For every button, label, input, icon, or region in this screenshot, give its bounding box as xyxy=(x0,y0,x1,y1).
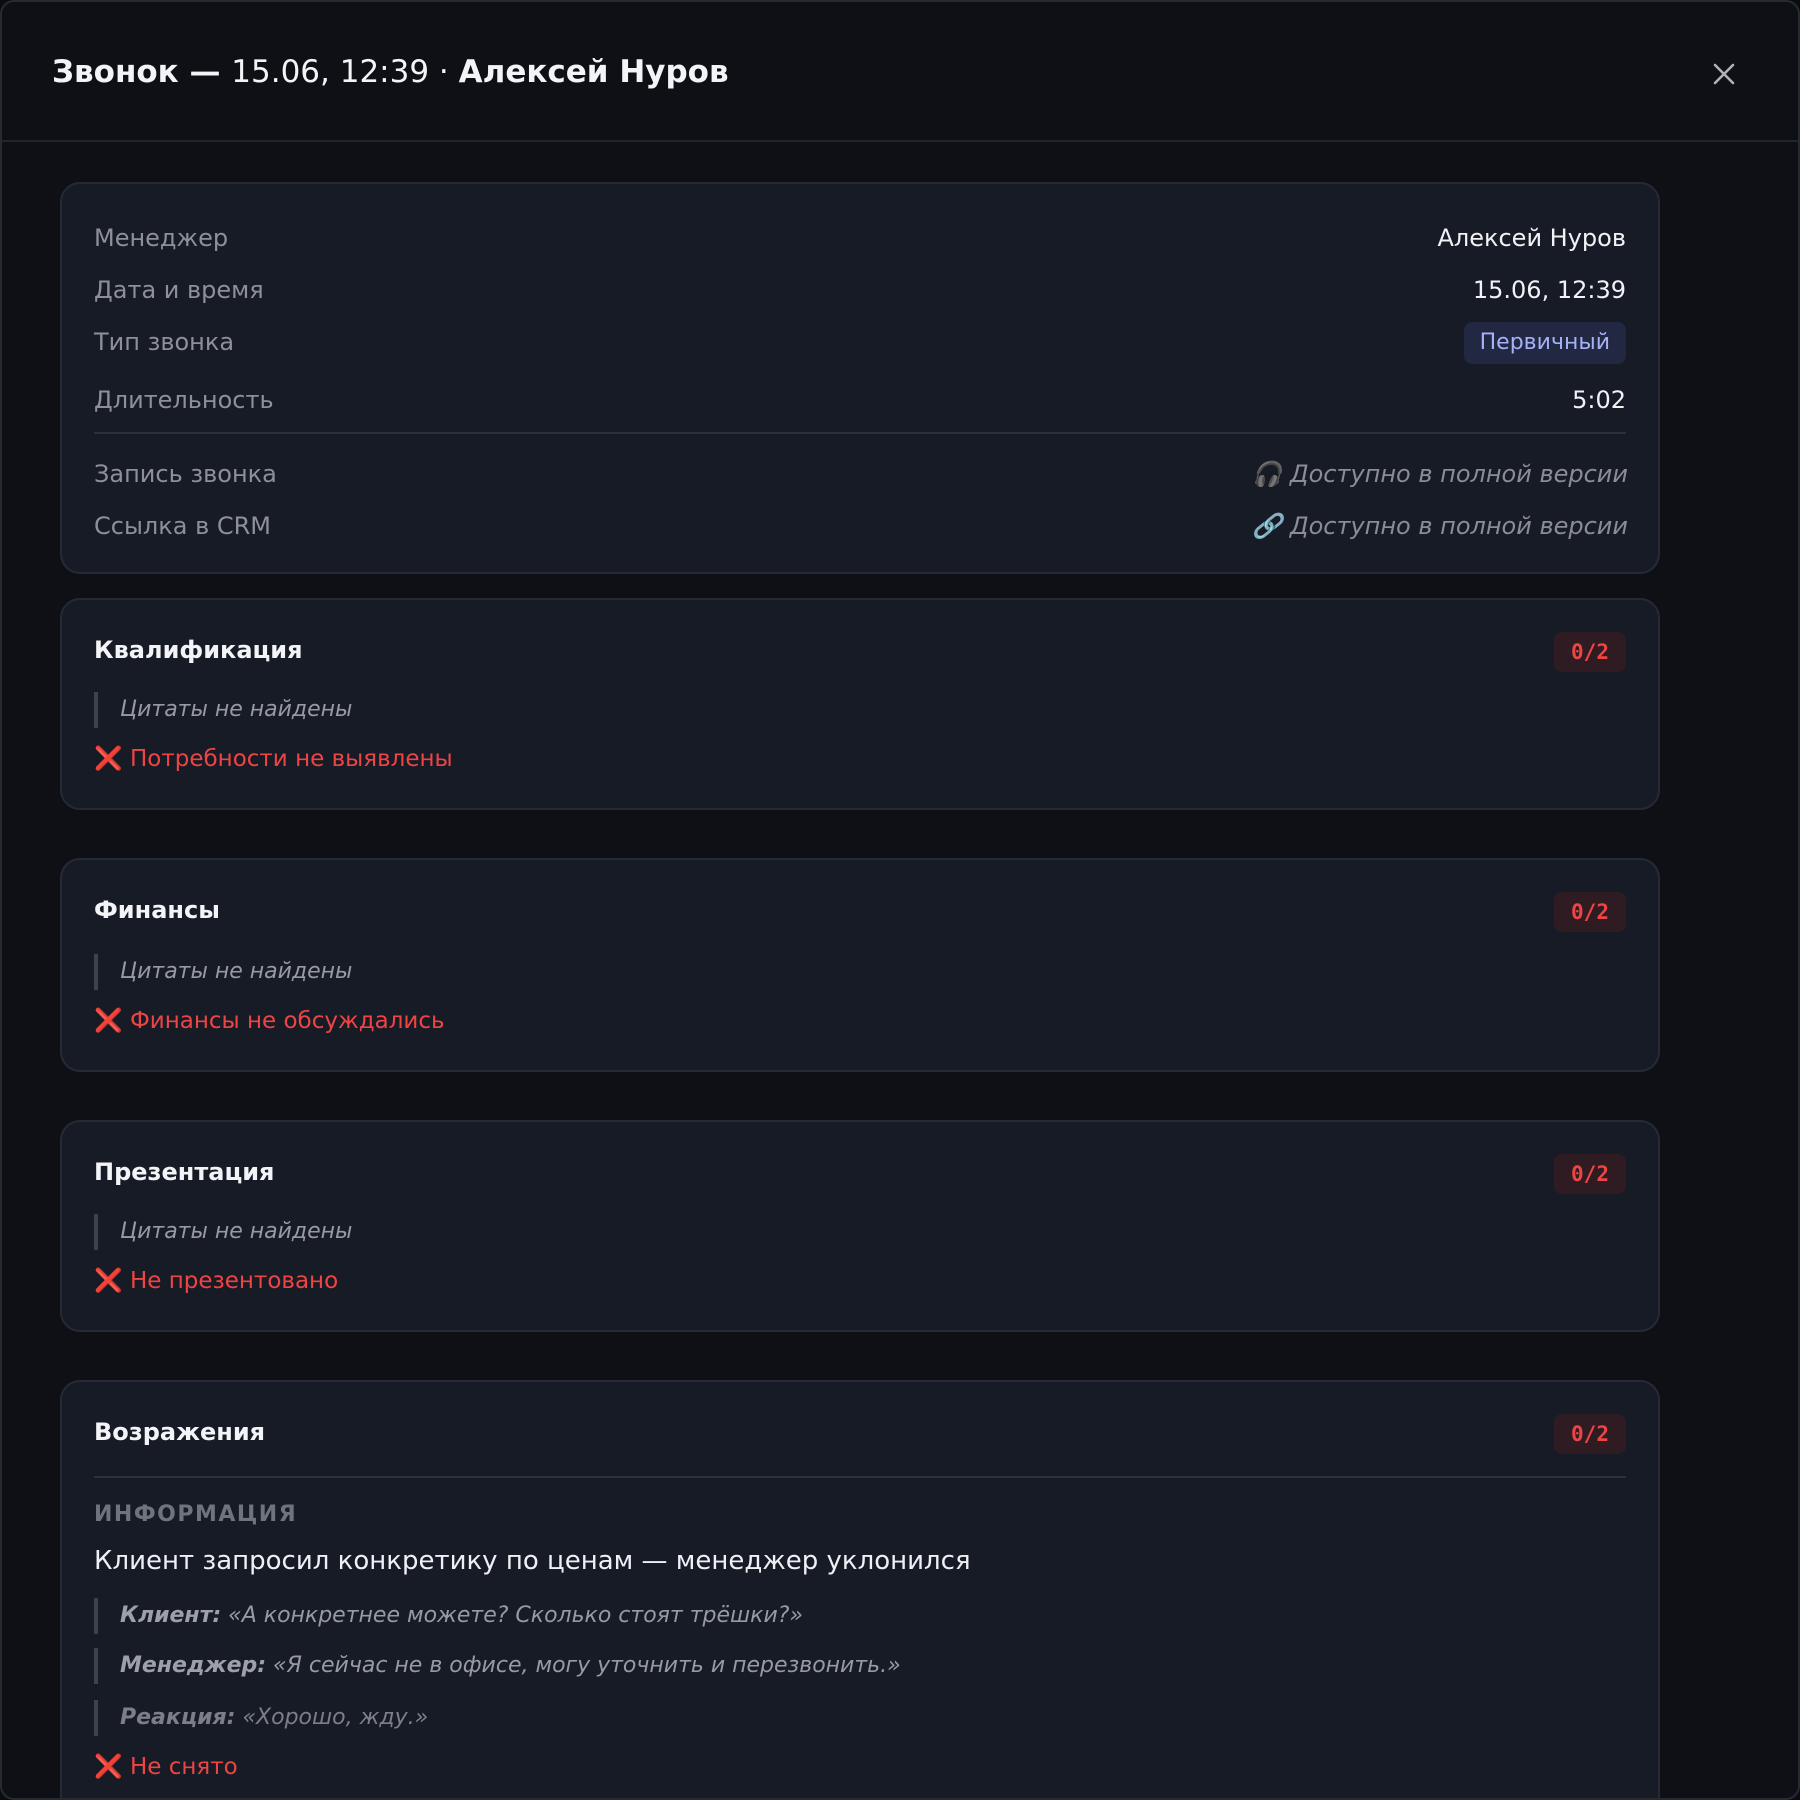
call-type-row: Тип звонка Первичный xyxy=(94,322,1626,368)
criterion-card-objections: Возражения 0/2 ИНФОРМАЦИЯ Клиент запроси… xyxy=(60,1380,1660,1798)
quote-text: «А конкретнее можете? Сколько стоят трёш… xyxy=(221,1603,803,1628)
call-type-badge: Первичный xyxy=(1463,322,1626,364)
cross-icon: ❌ xyxy=(94,1008,123,1034)
section-title: Квалификация xyxy=(94,636,303,664)
details-divider xyxy=(94,432,1626,434)
crm-locked-value: 🔗 Доступно в полной версии xyxy=(1252,512,1628,540)
title-prefix: Звонок — xyxy=(52,54,232,90)
quote-speaker: Реакция: xyxy=(120,1705,236,1730)
duration-row: Длительность 5:02 xyxy=(94,380,1626,420)
criterion-card-presentation: Презентация 0/2 Цитаты не найдены ❌ Не п… xyxy=(60,1120,1660,1332)
verdict: ❌ Не снято xyxy=(94,1750,238,1784)
close-icon xyxy=(1713,63,1735,85)
datetime-label: Дата и время xyxy=(94,276,264,304)
duration-value: 5:02 xyxy=(1572,386,1626,414)
criterion-card-finance: Финансы 0/2 Цитаты не найдены ❌ Финансы … xyxy=(60,858,1660,1072)
verdict: ❌ Потребности не выявлены xyxy=(94,742,453,776)
datetime-row: Дата и время 15.06, 12:39 xyxy=(94,270,1626,310)
recording-row: Запись звонка 🎧 Доступно в полной версии xyxy=(94,454,1628,494)
quote-reaction: Реакция: «Хорошо, жду.» xyxy=(94,1700,1626,1736)
quote-speaker: Менеджер: xyxy=(120,1653,267,1678)
score-badge: 0/2 xyxy=(1554,892,1626,932)
title-manager: Алексей Нуров xyxy=(458,54,729,90)
quote-manager: Менеджер: «Я сейчас не в офисе, могу уто… xyxy=(94,1648,1626,1684)
score-badge: 0/2 xyxy=(1554,1414,1626,1454)
crm-label: Ссылка в CRM xyxy=(94,512,271,540)
score-badge: 0/2 xyxy=(1554,632,1626,672)
recording-locked-value: 🎧 Доступно в полной версии xyxy=(1252,460,1628,488)
call-details-card: Менеджер Алексей Нуров Дата и время 15.0… xyxy=(60,182,1660,574)
verdict-text: Не презентовано xyxy=(129,1268,339,1294)
info-text: Клиент запросил конкретику по ценам — ме… xyxy=(94,1546,971,1576)
manager-label: Менеджер xyxy=(94,224,229,252)
call-type-label: Тип звонка xyxy=(94,328,235,356)
title-datetime: 15.06, 12:39 · xyxy=(231,54,459,90)
manager-row: Менеджер Алексей Нуров xyxy=(94,218,1626,258)
cross-icon: ❌ xyxy=(94,746,123,772)
section-title: Возражения xyxy=(94,1418,266,1446)
quote-block: Цитаты не найдены xyxy=(94,954,1626,990)
score-badge: 0/2 xyxy=(1554,1154,1626,1194)
cross-icon: ❌ xyxy=(94,1268,123,1294)
verdict-text: Не снято xyxy=(129,1754,238,1780)
quote-text: «Я сейчас не в офисе, могу уточнить и пе… xyxy=(266,1653,901,1678)
quote-client: Клиент: «А конкретнее можете? Сколько ст… xyxy=(94,1598,1626,1634)
verdict: ❌ Не презентовано xyxy=(94,1264,338,1298)
call-details-modal: Звонок — 15.06, 12:39 · Алексей Нуров Ме… xyxy=(0,0,1800,1800)
verdict-text: Потребности не выявлены xyxy=(129,746,453,772)
quote-speaker: Клиент: xyxy=(120,1603,222,1628)
datetime-value: 15.06, 12:39 xyxy=(1472,276,1626,304)
recording-label: Запись звонка xyxy=(94,460,277,488)
duration-label: Длительность xyxy=(94,386,274,414)
manager-value: Алексей Нуров xyxy=(1437,224,1626,252)
quote-block: Цитаты не найдены xyxy=(94,1214,1626,1250)
info-subheading: ИНФОРМАЦИЯ xyxy=(94,1502,298,1527)
verdict-text: Финансы не обсуждались xyxy=(129,1008,445,1034)
cross-icon: ❌ xyxy=(94,1754,123,1780)
verdict: ❌ Финансы не обсуждались xyxy=(94,1004,445,1038)
quote-text: «Хорошо, жду.» xyxy=(235,1705,429,1730)
section-title: Презентация xyxy=(94,1158,275,1186)
modal-body[interactable]: Менеджер Алексей Нуров Дата и время 15.0… xyxy=(2,142,1798,1798)
quote-block: Цитаты не найдены xyxy=(94,692,1626,728)
section-title: Финансы xyxy=(94,896,220,924)
modal-title: Звонок — 15.06, 12:39 · Алексей Нуров xyxy=(52,52,729,92)
criterion-card-qualification: Квалификация 0/2 Цитаты не найдены ❌ Пот… xyxy=(60,598,1660,810)
close-button[interactable] xyxy=(1702,52,1746,96)
modal-header: Звонок — 15.06, 12:39 · Алексей Нуров xyxy=(2,2,1798,142)
section-divider xyxy=(94,1476,1626,1478)
crm-row: Ссылка в CRM 🔗 Доступно в полной версии xyxy=(94,506,1628,546)
